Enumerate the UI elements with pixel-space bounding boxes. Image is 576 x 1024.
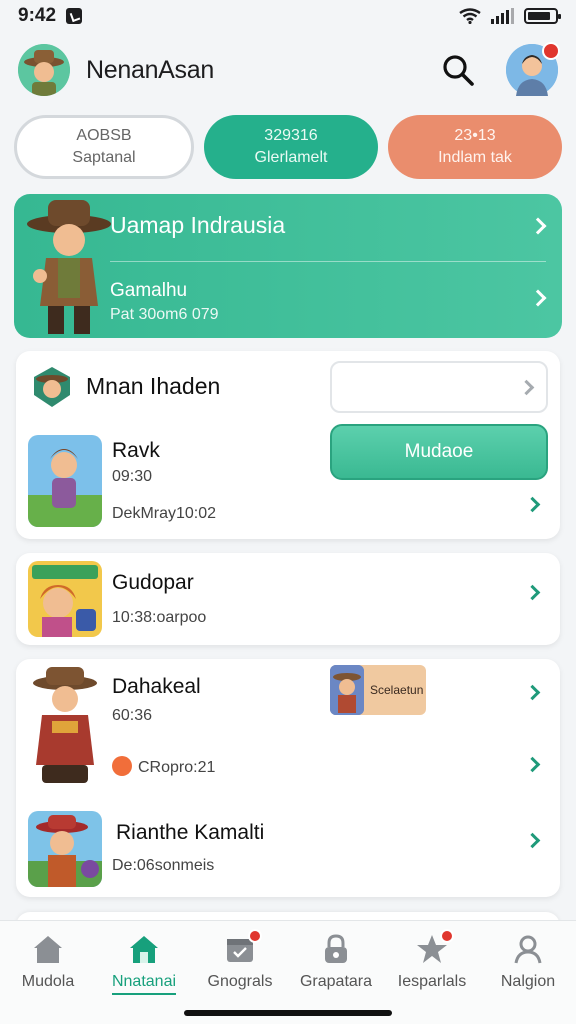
pill-label: Glerlamelt xyxy=(254,149,328,166)
notification-badge xyxy=(542,42,560,60)
home-icon xyxy=(30,931,66,967)
chevron-right-icon xyxy=(518,379,535,396)
chevron-right-icon[interactable] xyxy=(524,684,541,701)
pill-label: Indlam tak xyxy=(438,149,512,166)
tab-gnograls[interactable]: Gnograls xyxy=(192,921,288,1003)
hero-title: Uamap Indrausia xyxy=(110,212,286,238)
person-icon xyxy=(510,931,546,967)
bottom-tab-bar: Mudola Nnatanai Gnograls Grapatara Iespa… xyxy=(0,920,576,1024)
home-indicator xyxy=(184,1010,392,1016)
wifi-icon xyxy=(459,8,481,24)
explorer-avatar-icon[interactable] xyxy=(18,44,70,96)
item-name: Gudopar xyxy=(112,571,194,594)
battery-icon xyxy=(524,8,561,24)
explorer-small-icon xyxy=(34,367,70,407)
home-icon xyxy=(126,931,162,967)
status-left: 9:42 xyxy=(18,5,83,27)
update-button[interactable]: Mudaoe xyxy=(330,424,548,480)
tab-mudola[interactable]: Mudola xyxy=(0,921,96,1003)
badge-label: Scelaetun xyxy=(370,683,424,697)
status-time: 9:42 xyxy=(18,5,57,26)
select-dropdown[interactable] xyxy=(330,361,548,413)
app-header: NenanAsan xyxy=(18,40,560,100)
tab-label: Mudola xyxy=(21,973,75,990)
tab-nnatanai[interactable]: Nnatanai xyxy=(96,921,192,1003)
divider xyxy=(110,261,546,262)
chevron-right-icon[interactable] xyxy=(524,756,541,773)
chevron-right-icon[interactable] xyxy=(524,496,541,513)
item-meta: CRopro:21 xyxy=(138,759,216,776)
item-meta: 10:38:oarpoo xyxy=(112,609,207,626)
item-time: 60:36 xyxy=(112,707,153,724)
tab-badge xyxy=(440,929,454,943)
tab-grapatara[interactable]: Grapatara xyxy=(288,921,384,1003)
pill-glerlamelt[interactable]: 329316 Glerlamelt xyxy=(204,115,378,179)
chevron-right-icon xyxy=(529,289,547,307)
item-name: Rianthe Kamalti xyxy=(116,821,265,844)
game-thumbnail[interactable] xyxy=(28,561,102,637)
item-meta: DekMray10:02 xyxy=(112,505,217,522)
tab-iesparlals[interactable]: Iesparlals xyxy=(384,921,480,1003)
chevron-right-icon[interactable] xyxy=(524,832,541,849)
coin-icon xyxy=(112,756,132,776)
notification-icon xyxy=(66,8,83,24)
explorer-character-icon xyxy=(27,200,111,334)
status-bar: 9:42 xyxy=(0,0,576,32)
tab-label: Gnograls xyxy=(207,973,273,990)
game-badge[interactable]: Scelaetun xyxy=(330,665,426,715)
stat-pills: AOBSB Saptanal 329316 Glerlamelt 23•13 I… xyxy=(14,115,562,179)
item-time: 09:30 xyxy=(112,468,153,485)
tab-label: Nnatanai xyxy=(111,973,177,995)
hero-card[interactable]: Uamap Indrausia Gamalhu Pat 30om6 079 xyxy=(14,194,562,338)
pill-indlam[interactable]: 23•13 Indlam tak xyxy=(388,115,562,179)
lock-icon xyxy=(318,931,354,967)
calendar-icon xyxy=(222,929,262,967)
pill-value: 329316 xyxy=(264,127,318,144)
header-actions xyxy=(440,42,560,96)
search-icon[interactable] xyxy=(440,52,476,88)
game-thumbnail[interactable] xyxy=(28,435,102,527)
game-thumbnail[interactable] xyxy=(28,665,102,785)
pill-saptanal[interactable]: AOBSB Saptanal xyxy=(14,115,194,179)
item-name: Dahakeal xyxy=(112,675,201,698)
tab-label: Grapatara xyxy=(299,973,373,990)
hero-subtitle: Gamalhu xyxy=(110,280,188,301)
status-right xyxy=(459,8,561,24)
battery-fill xyxy=(528,12,551,20)
tab-label: Nalgion xyxy=(500,973,556,990)
pill-value: AOBSB xyxy=(76,127,132,144)
pill-value: 23•13 xyxy=(454,127,496,144)
chevron-right-icon xyxy=(529,217,547,235)
pill-label: Saptanal xyxy=(72,149,136,166)
list-card: Mnan Ihaden Ravk 09:30 DekMray10:02 Muda… xyxy=(16,351,560,539)
app-title: NenanAsan xyxy=(86,55,214,84)
item-name: Ravk xyxy=(112,439,160,462)
chevron-right-icon xyxy=(524,584,541,601)
item-meta: De:06sonmeis xyxy=(112,857,215,874)
tab-label: Iesparlals xyxy=(397,973,467,990)
star-icon xyxy=(414,929,454,967)
list-card: Dahakeal 60:36 Scelaetun CRopro:21 Riant… xyxy=(16,659,560,897)
tab-nalgion[interactable]: Nalgion xyxy=(480,921,576,1003)
badge-character-icon xyxy=(330,665,364,715)
profile-avatar-icon[interactable] xyxy=(506,42,560,96)
game-thumbnail[interactable] xyxy=(28,811,102,887)
hero-meta: Pat 30om6 079 xyxy=(110,306,219,323)
tab-badge xyxy=(248,929,262,943)
signal-icon xyxy=(491,8,514,24)
card-header-title: Mnan Ihaden xyxy=(86,373,221,399)
list-card[interactable]: Gudopar 10:38:oarpoo xyxy=(16,553,560,645)
